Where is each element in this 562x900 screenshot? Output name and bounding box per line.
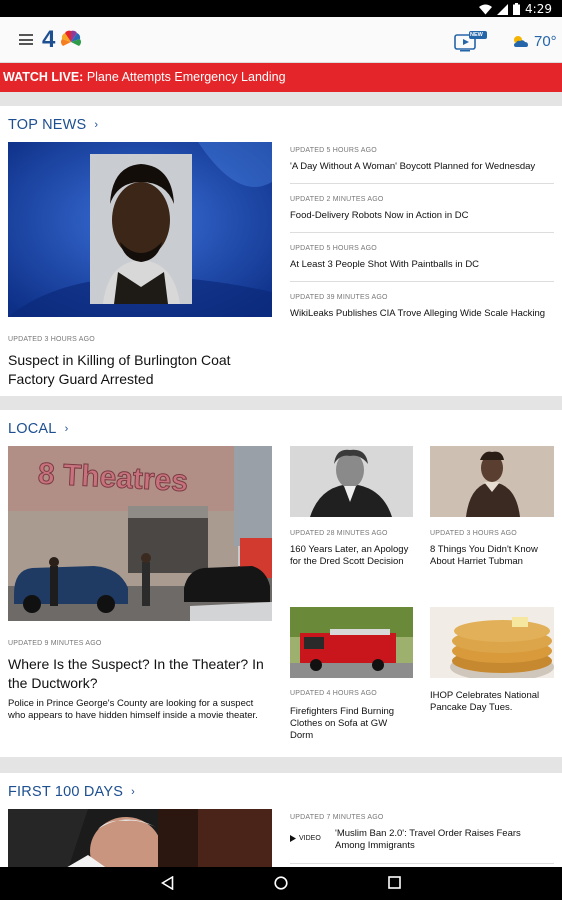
live-tv-button[interactable]: NEW — [454, 31, 488, 55]
home-circle-icon[interactable] — [274, 876, 288, 890]
card-headline[interactable]: 160 Years Later, an Apology for the Dred… — [290, 544, 412, 568]
card-image[interactable] — [430, 446, 554, 517]
top-news-list-item[interactable]: UPDATED 5 HOURS AGO At Least 3 People Sh… — [290, 245, 554, 282]
system-nav-bar — [0, 867, 562, 900]
play-icon — [290, 835, 296, 842]
card-image[interactable] — [290, 607, 413, 678]
list-item-updated: UPDATED 7 MINUTES AGO — [290, 814, 384, 821]
first-100-days-header[interactable]: FIRST 100 DAYS › — [8, 784, 135, 800]
feature-updated: UPDATED 3 HOURS AGO — [8, 336, 95, 343]
recents-square-icon[interactable] — [388, 876, 401, 889]
card-headline[interactable]: IHOP Celebrates National Pancake Day Tue… — [430, 690, 552, 714]
nbc4-logo[interactable]: 4 — [42, 25, 84, 53]
chevron-right-icon: › — [131, 786, 135, 798]
chevron-right-icon: › — [64, 423, 69, 435]
card-image[interactable] — [290, 446, 413, 517]
partly-cloudy-icon — [514, 36, 528, 47]
list-item-updated: UPDATED 2 MINUTES AGO — [290, 196, 384, 203]
first-100-feature-image[interactable] — [8, 809, 272, 867]
feature-headline[interactable]: Where Is the Suspect? In the Theater? In… — [8, 655, 270, 693]
list-item-updated: UPDATED 5 HOURS AGO — [290, 245, 377, 252]
card-updated: UPDATED 4 HOURS AGO — [290, 690, 377, 697]
video-badge: VIDEO — [290, 835, 321, 842]
live-banner-prefix: WATCH LIVE: — [3, 70, 84, 84]
list-item-headline: 'A Day Without A Woman' Boycott Planned … — [290, 161, 536, 172]
top-news-list-item[interactable]: UPDATED 39 MINUTES AGO WikiLeaks Publish… — [290, 294, 554, 331]
back-triangle-icon[interactable] — [161, 876, 174, 890]
new-badge: NEW — [470, 32, 483, 38]
list-item-updated: UPDATED 5 HOURS AGO — [290, 147, 377, 154]
video-badge-label: VIDEO — [299, 835, 321, 842]
hamburger-menu-icon[interactable] — [19, 34, 33, 45]
top-news-feature-image[interactable] — [8, 142, 272, 317]
card-updated: UPDATED 3 HOURS AGO — [430, 530, 517, 537]
top-news-header[interactable]: TOP NEWS › — [8, 117, 98, 133]
local-feature-image[interactable]: 8 Theatres — [8, 446, 272, 621]
watch-live-banner[interactable]: WATCH LIVE: Plane Attempts Emergency Lan… — [0, 63, 562, 92]
signal-icon — [497, 3, 509, 15]
list-item-headline: 'Muslim Ban 2.0': Travel Order Raises Fe… — [335, 828, 521, 851]
first-100-days-section: FIRST 100 DAYS › UPDATED 7 MINUTES AGO V… — [0, 773, 562, 867]
list-item-headline: WikiLeaks Publishes CIA Trove Alleging W… — [290, 308, 546, 319]
live-banner-text: Plane Attempts Emergency Landing — [86, 70, 286, 84]
feature-updated: UPDATED 9 MINUTES AGO — [8, 640, 102, 647]
local-section: LOCAL › 8 Theatres UPDATED 9 MINUTES AGO… — [0, 410, 562, 757]
wifi-icon — [479, 4, 493, 14]
card-headline[interactable]: 8 Things You Didn't Know About Harriet T… — [430, 544, 552, 568]
feature-headline[interactable]: Suspect in Killing of Burlington Coat Fa… — [8, 351, 258, 389]
top-news-list-item[interactable]: UPDATED 5 HOURS AGO 'A Day Without A Wom… — [290, 147, 554, 184]
section-title: FIRST 100 DAYS — [8, 784, 124, 800]
chevron-right-icon: › — [94, 119, 99, 131]
list-item-headline: At Least 3 People Shot With Paintballs i… — [290, 259, 480, 270]
card-image[interactable] — [430, 607, 554, 678]
section-title: LOCAL — [8, 421, 57, 437]
list-item-updated: UPDATED 39 MINUTES AGO — [290, 294, 388, 301]
clock: 4:29 — [525, 2, 552, 16]
card-headline[interactable]: Firefighters Find Burning Clothes on Sof… — [290, 706, 400, 742]
status-bar: 4:29 — [0, 0, 562, 17]
svg-text:4: 4 — [42, 26, 56, 53]
local-header[interactable]: LOCAL › — [8, 421, 68, 437]
battery-icon — [513, 3, 521, 15]
weather-widget[interactable]: 70° — [510, 30, 557, 52]
top-news-list-item[interactable]: UPDATED 2 MINUTES AGO Food-Delivery Robo… — [290, 196, 554, 233]
card-updated: UPDATED 28 MINUTES AGO — [290, 530, 388, 537]
top-news-section: TOP NEWS › UPDATED 3 HOURS AGO Suspect i… — [0, 106, 562, 396]
first-100-list-item[interactable]: UPDATED 7 MINUTES AGO VIDEO 'Muslim Ban … — [290, 814, 554, 864]
section-title: TOP NEWS — [8, 117, 87, 133]
app-bar: 4 NEW 70° — [0, 17, 562, 63]
list-item-headline: Food-Delivery Robots Now in Action in DC — [290, 210, 469, 221]
feature-summary: Police in Prince George's County are loo… — [8, 698, 258, 721]
temperature: 70° — [534, 32, 557, 50]
